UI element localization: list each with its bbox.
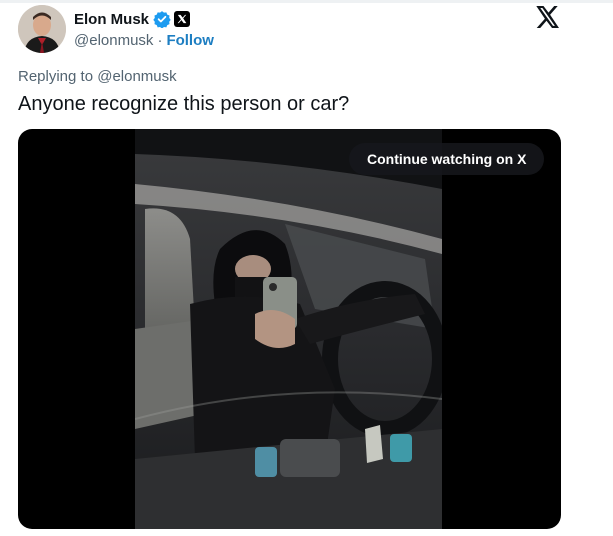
- affiliate-x-icon: [174, 11, 191, 27]
- video-player[interactable]: Continue watching on X: [18, 129, 561, 529]
- separator-dot: ·: [157, 31, 163, 49]
- x-logo-icon[interactable]: [536, 6, 560, 28]
- handle-row: @elonmusk · Follow: [74, 30, 214, 50]
- avatar[interactable]: [18, 5, 66, 53]
- follow-button[interactable]: Follow: [166, 32, 214, 49]
- profile-photo-icon: [18, 5, 66, 53]
- user-handle[interactable]: @elonmusk: [74, 32, 153, 49]
- replying-to-label: Replying to @elonmusk: [18, 68, 177, 85]
- tweet-embed: Elon Musk @elonmusk · Follow Replying to…: [0, 0, 613, 536]
- continue-watching-button[interactable]: Continue watching on X: [349, 143, 545, 175]
- video-still-icon: [135, 129, 442, 529]
- tweet-text: Anyone recognize this person or car?: [18, 93, 350, 115]
- name-row: Elon Musk: [74, 8, 214, 30]
- display-name[interactable]: Elon Musk: [74, 11, 149, 28]
- user-block: Elon Musk @elonmusk · Follow: [74, 8, 214, 50]
- tweet-header: Elon Musk @elonmusk · Follow: [18, 5, 214, 53]
- verified-badge-icon: [153, 10, 171, 29]
- top-divider: [0, 0, 613, 3]
- video-thumbnail[interactable]: [135, 129, 442, 529]
